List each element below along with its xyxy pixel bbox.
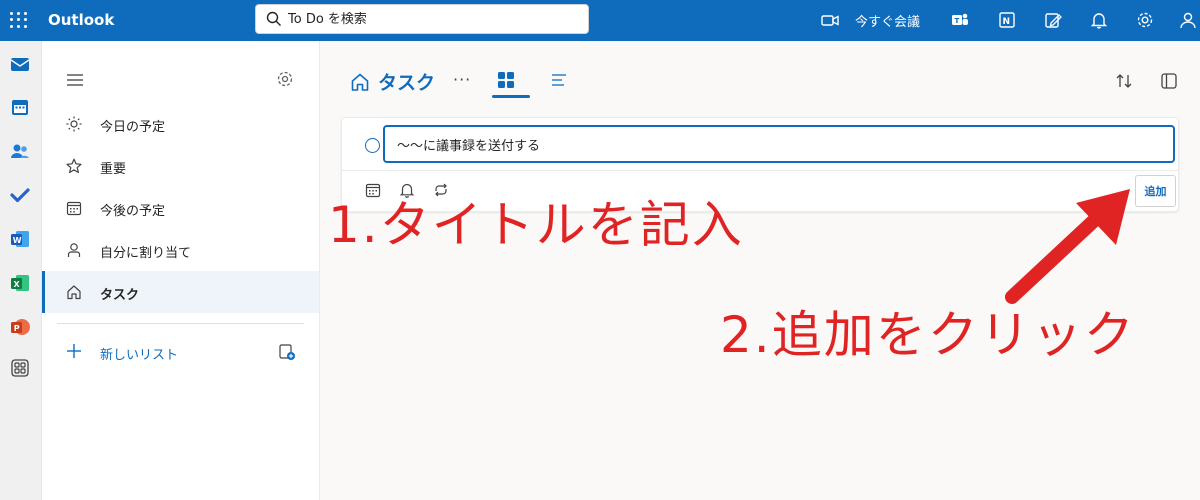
word-icon[interactable]: W	[9, 228, 31, 250]
people-icon[interactable]	[9, 140, 31, 162]
list-view-icon[interactable]	[550, 71, 568, 89]
account-icon[interactable]	[1178, 10, 1198, 30]
add-task-button[interactable]: 追加	[1135, 175, 1176, 207]
search-icon	[266, 11, 281, 26]
task-title-input[interactable]	[383, 125, 1175, 163]
list-header: タスク	[350, 68, 435, 95]
notes-edit-icon[interactable]	[1043, 10, 1063, 30]
svg-text:P: P	[14, 324, 20, 333]
task-complete-circle[interactable]	[365, 138, 380, 153]
excel-icon[interactable]: X	[9, 272, 31, 294]
new-group-icon[interactable]	[278, 343, 296, 361]
app-launcher-icon[interactable]	[8, 10, 28, 30]
navigation-pane: 今日の予定 重要 今後の予定 自分に割り当て タスク 新しいリスト	[42, 41, 320, 500]
teams-icon[interactable]: T	[950, 10, 970, 30]
calendar-icon	[66, 201, 82, 216]
star-icon	[66, 158, 82, 174]
nav-divider	[57, 323, 304, 324]
annotation-step-2: 2.追加をクリック	[720, 306, 1136, 364]
settings-gear-icon[interactable]	[276, 70, 294, 88]
sort-icon[interactable]	[1115, 72, 1133, 90]
details-pane-icon[interactable]	[1160, 72, 1178, 90]
bell-icon[interactable]	[1089, 10, 1109, 30]
app-brand[interactable]: Outlook	[48, 11, 114, 29]
svg-text:X: X	[14, 280, 21, 289]
nav-item-label: 重要	[100, 162, 127, 177]
home-icon	[67, 285, 81, 300]
meet-now-label[interactable]: 今すぐ会議	[855, 11, 920, 30]
search-box[interactable]	[255, 4, 589, 34]
svg-text:T: T	[955, 17, 960, 25]
new-list-label: 新しいリスト	[100, 348, 179, 363]
nav-item-label: タスク	[100, 288, 140, 303]
mail-icon[interactable]	[9, 53, 31, 75]
person-icon	[67, 243, 81, 257]
sun-icon	[66, 116, 82, 132]
nav-item-my-day[interactable]: 今日の予定	[42, 103, 319, 145]
more-apps-icon[interactable]	[9, 357, 31, 379]
more-options-button[interactable]: ···	[453, 70, 471, 89]
powerpoint-icon[interactable]: P	[9, 316, 31, 338]
nav-item-planned[interactable]: 今後の予定	[42, 187, 319, 229]
nav-item-tasks[interactable]: タスク	[42, 271, 319, 313]
annotation-step-1: 1.タイトルを記入	[328, 196, 744, 254]
active-view-indicator	[492, 95, 530, 98]
svg-text:N: N	[1003, 17, 1011, 27]
svg-text:W: W	[13, 236, 22, 245]
home-icon	[351, 73, 369, 91]
nav-item-label: 今後の予定	[100, 204, 166, 219]
hamburger-menu-icon[interactable]	[67, 73, 83, 87]
nav-item-label: 自分に割り当て	[100, 246, 192, 261]
new-list-button[interactable]: 新しいリスト	[42, 331, 319, 373]
nav-item-label: 今日の予定	[100, 120, 166, 135]
video-camera-icon[interactable]	[820, 10, 840, 30]
search-input[interactable]	[288, 11, 568, 27]
nav-item-assigned-to-me[interactable]: 自分に割り当て	[42, 229, 319, 271]
annotation-arrow-icon	[1005, 189, 1130, 304]
calendar-icon[interactable]	[9, 96, 31, 118]
list-title: タスク	[378, 72, 436, 94]
app-rail: W X P	[0, 41, 42, 500]
onenote-icon[interactable]: N	[997, 10, 1017, 30]
todo-icon[interactable]	[9, 184, 31, 206]
top-bar: Outlook 今すぐ会議 T N	[0, 0, 1200, 41]
nav-item-important[interactable]: 重要	[42, 145, 319, 187]
card-divider	[342, 170, 1178, 171]
settings-gear-icon[interactable]	[1135, 10, 1155, 30]
grid-view-icon[interactable]	[497, 71, 515, 89]
plus-icon	[67, 344, 81, 358]
